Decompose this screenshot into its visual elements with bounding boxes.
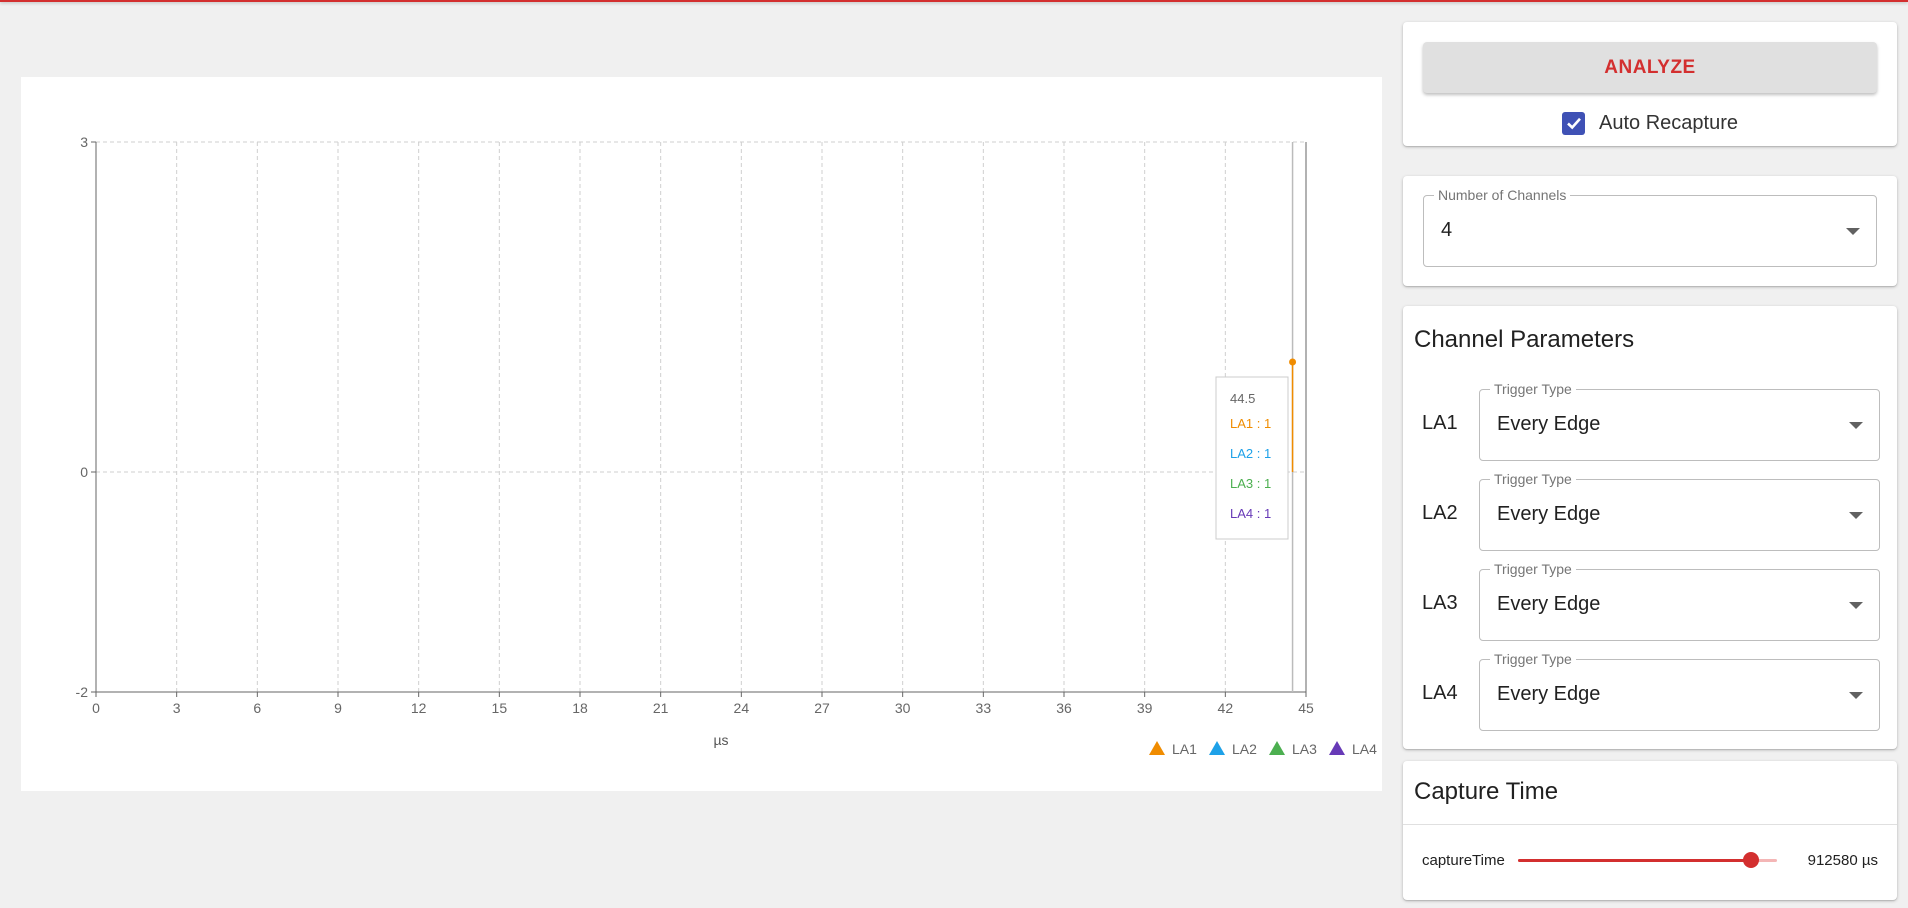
y-tick-label: -2	[76, 684, 89, 700]
tooltip-row-la4: LA4 : 1	[1230, 506, 1271, 521]
legend-triangle-icon	[1269, 741, 1285, 755]
x-tick-label: 39	[1137, 700, 1153, 716]
x-tick-label: 0	[92, 700, 100, 716]
legend-triangle-icon	[1329, 741, 1345, 755]
channel-label-la4: LA4	[1422, 682, 1458, 704]
legend-triangle-icon	[1149, 741, 1165, 755]
channel-label-la1: LA1	[1422, 412, 1458, 434]
chevron-down-icon	[1849, 512, 1863, 519]
trigger-type-select-la4[interactable]: Trigger Type Every Edge	[1479, 651, 1880, 731]
x-tick-label: 36	[1056, 700, 1072, 716]
trigger-type-label: Trigger Type	[1490, 651, 1576, 667]
trigger-type-value: Every Edge	[1497, 593, 1601, 615]
trigger-type-select-la2[interactable]: Trigger Type Every Edge	[1479, 471, 1880, 551]
chevron-down-icon	[1849, 692, 1863, 699]
tooltip-row-la2: LA2 : 1	[1230, 446, 1271, 461]
analyze-button[interactable]: ANALYZE	[1423, 42, 1877, 93]
analyze-panel: ANALYZE Auto Recapture	[1403, 22, 1897, 146]
trigger-type-select-la3[interactable]: Trigger Type Every Edge	[1479, 561, 1880, 641]
capture-time-value: 912580 µs	[1807, 852, 1878, 869]
x-tick-label: 21	[653, 700, 669, 716]
auto-recapture-checkbox[interactable]	[1562, 111, 1585, 135]
x-tick-label: 15	[492, 700, 508, 716]
x-tick-label: 9	[334, 700, 342, 716]
x-tick-label: 24	[734, 700, 750, 716]
top-accent-bar	[0, 0, 1908, 2]
channel-count-panel: Number of Channels 4	[1403, 176, 1897, 286]
x-tick-label: 33	[976, 700, 992, 716]
chevron-down-icon	[1846, 228, 1860, 235]
logic-analyzer-chart: 0 3 6 9 12 15 18 21 24 27 30 33 36 39 42 45 -2 0 3 µs 44.5 LA…	[21, 77, 1382, 791]
trigger-type-label: Trigger Type	[1490, 381, 1576, 397]
trigger-type-value: Every Edge	[1497, 503, 1601, 525]
trigger-type-label: Trigger Type	[1490, 561, 1576, 577]
legend-label-la2: LA2	[1232, 741, 1257, 757]
tooltip-x-value: 44.5	[1230, 391, 1255, 406]
y-tick-label: 0	[80, 464, 88, 480]
capture-time-title: Capture Time	[1414, 778, 1559, 805]
auto-recapture-row: Auto Recapture	[1403, 108, 1897, 138]
channel-label-la3: LA3	[1422, 592, 1458, 614]
trigger-type-value: Every Edge	[1497, 683, 1601, 705]
channel-parameters-title: Channel Parameters	[1414, 326, 1635, 353]
tooltip-row-la3: LA3 : 1	[1230, 476, 1271, 491]
x-tick-label: 6	[253, 700, 261, 716]
capture-time-slider-label: captureTime	[1422, 852, 1505, 869]
number-of-channels-value: 4	[1441, 219, 1453, 241]
capture-time-divider	[1403, 824, 1897, 825]
capture-time-slider-thumb[interactable]	[1743, 852, 1760, 868]
x-tick-label: 12	[411, 700, 427, 716]
chart-svg: 0 3 6 9 12 15 18 21 24 27 30 33 36 39 42 45-203µs44.5LA…	[76, 134, 1378, 757]
x-tick-label: 3	[173, 700, 181, 716]
checkmark-icon	[1566, 117, 1581, 130]
y-tick-label: 3	[80, 134, 88, 150]
legend-triangle-icon	[1209, 741, 1225, 755]
x-tick-label: 18	[572, 700, 588, 716]
x-tick-label: 27	[814, 700, 830, 716]
legend-label-la3: LA3	[1292, 741, 1317, 757]
number-of-channels-select[interactable]: Number of Channels 4	[1423, 187, 1877, 267]
trigger-type-select-la1[interactable]: Trigger Type Every Edge	[1479, 381, 1880, 461]
auto-recapture-label: Auto Recapture	[1599, 111, 1738, 134]
chevron-down-icon	[1849, 422, 1863, 429]
legend-label-la1: LA1	[1172, 741, 1197, 757]
capture-time-panel: Capture Time captureTime 912580 µs	[1403, 761, 1897, 900]
x-axis-label: µs	[713, 732, 728, 748]
legend-label-la4: LA4	[1352, 741, 1377, 757]
chevron-down-icon	[1849, 602, 1863, 609]
x-tick-label: 42	[1218, 700, 1234, 716]
trigger-type-value: Every Edge	[1497, 413, 1601, 435]
x-tick-label: 45	[1298, 700, 1314, 716]
x-tick-label: 30	[895, 700, 911, 716]
tooltip-row-la1: LA1 : 1	[1230, 416, 1271, 431]
capture-time-slider-fill	[1518, 859, 1752, 862]
number-of-channels-label: Number of Channels	[1434, 187, 1571, 203]
channel-label-la2: LA2	[1422, 502, 1458, 524]
capture-time-slider[interactable]	[1518, 852, 1777, 868]
channel-parameters-panel: Channel Parameters LA1 Trigger Type Ever…	[1403, 306, 1897, 749]
trigger-type-label: Trigger Type	[1490, 471, 1576, 487]
